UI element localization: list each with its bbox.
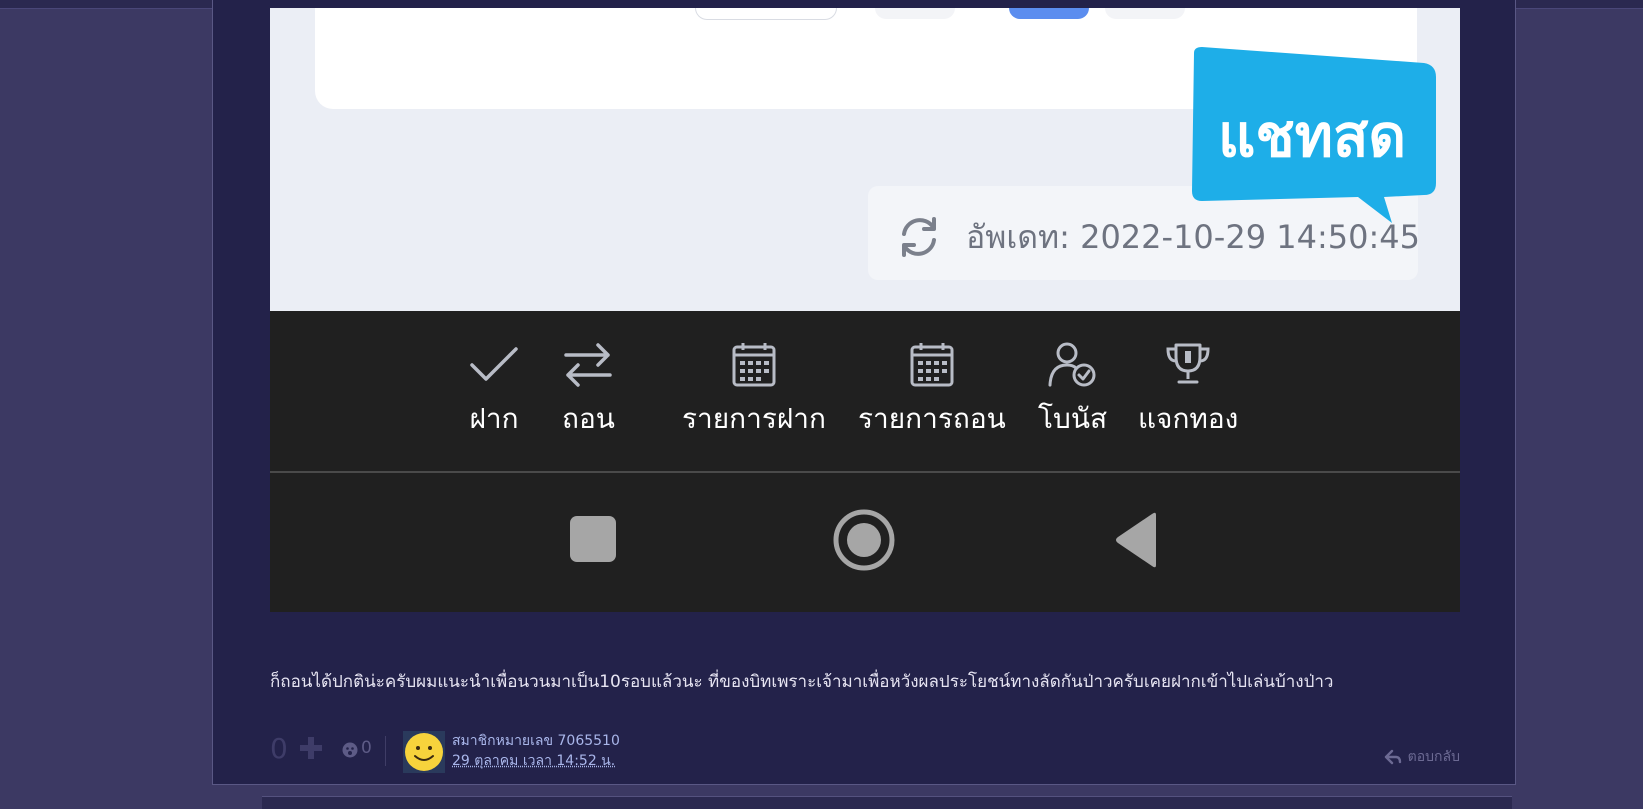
nav-gold-giveaway[interactable]: แจกทอง <box>1138 341 1238 441</box>
footer-divider <box>385 736 386 766</box>
live-chat-label: แชทสด <box>1217 102 1407 170</box>
nav-withdraw-label: ถอน <box>562 402 615 435</box>
screenshot-light-area: อัพเดท: 2022-10-29 14:50:45 แชทสด <box>270 8 1460 311</box>
reply-button[interactable]: ตอบกลับ <box>1384 746 1460 768</box>
post-body-text: ก็ถอนได้ปกติน่ะครับผมแนะนำเพื่อนวนมาเป็น… <box>270 672 1334 692</box>
avatar[interactable] <box>403 731 445 773</box>
nav-withdraw-history[interactable]: รายการถอน <box>858 341 1006 441</box>
card-tab <box>1105 8 1185 19</box>
calendar-icon <box>732 343 776 387</box>
reply-label: ตอบกลับ <box>1407 749 1460 765</box>
nav-bonus[interactable]: โบนัส <box>1038 341 1107 441</box>
post-date[interactable]: 29 ตุลาคม เวลา 14:52 น. <box>452 750 615 772</box>
emotion-count: 0 <box>361 738 372 758</box>
user-check-icon <box>1048 342 1096 387</box>
back-triangle-icon[interactable] <box>1112 511 1162 569</box>
nav-deposit[interactable]: ฝาก <box>468 341 520 441</box>
card-tab <box>875 8 955 19</box>
check-icon <box>470 347 518 381</box>
card-tab-active <box>1009 8 1089 19</box>
live-chat-badge: แชทสด <box>1178 45 1448 225</box>
bottom-bar <box>262 796 1512 809</box>
calendar-icon <box>910 343 954 387</box>
post-footer: 0 0 สมาชิกหมายเลข 7065510 29 ตุลาคม เวลา… <box>270 728 1460 773</box>
recent-apps-square-icon[interactable] <box>568 514 618 564</box>
vote-count: 0 <box>270 732 288 765</box>
trophy-icon <box>1166 343 1210 384</box>
nav-divider <box>270 471 1460 473</box>
refresh-icon <box>902 217 936 257</box>
screenshot-image: อัพเดท: 2022-10-29 14:50:45 แชทสด ฝาก ถอ… <box>270 8 1460 612</box>
home-circle-icon[interactable] <box>832 508 896 572</box>
nav-deposit-history[interactable]: รายการฝาก <box>682 341 826 441</box>
nav-withdraw[interactable]: ถอน <box>562 341 615 441</box>
card-tab <box>695 8 837 20</box>
app-bottom-nav: ฝาก ถอน รายการฝาก รายการถอน โบนัส แจกทอง <box>270 311 1460 612</box>
emotion-icon[interactable] <box>342 742 358 758</box>
nav-deposit-history-label: รายการฝาก <box>682 402 826 435</box>
nav-gold-giveaway-label: แจกทอง <box>1138 402 1239 435</box>
reply-arrow-icon <box>1384 749 1401 765</box>
plus-icon[interactable] <box>298 735 324 761</box>
nav-bonus-label: โบนัส <box>1038 402 1108 435</box>
nav-deposit-label: ฝาก <box>469 402 519 435</box>
transfer-arrows-icon <box>564 343 613 387</box>
member-name-link[interactable]: สมาชิกหมายเลข 7065510 <box>452 730 620 752</box>
nav-withdraw-history-label: รายการถอน <box>858 402 1006 435</box>
